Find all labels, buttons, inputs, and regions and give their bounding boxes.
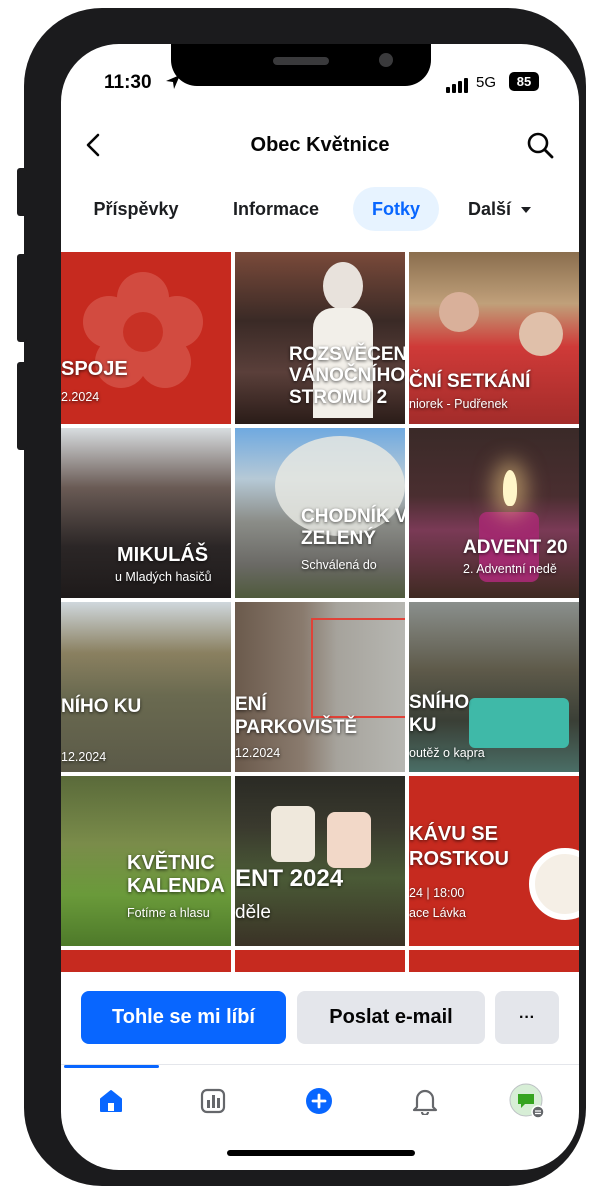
photo-subtitle: Fotíme a hlasu xyxy=(127,906,210,920)
signal-icon xyxy=(446,78,468,93)
tab-informace[interactable]: Informace xyxy=(221,187,331,231)
coffee-cup-shape xyxy=(529,848,579,920)
tab-fotky[interactable]: Fotky xyxy=(353,187,439,231)
home-indicator xyxy=(227,1150,415,1156)
photo-title: ENT 2024 xyxy=(235,865,344,892)
profile-tabs: Příspěvky Informace Fotky Další xyxy=(61,187,579,235)
search-button[interactable] xyxy=(523,128,557,162)
active-tab-indicator xyxy=(64,1065,159,1068)
tab-dalsi-label: Další xyxy=(467,199,511,219)
dashboard-icon xyxy=(200,1088,226,1114)
photo-title: ENÍ PARKOVIŠTĚ xyxy=(235,694,358,738)
home-icon xyxy=(100,1090,122,1112)
photo-subtitle: 12.2024 xyxy=(61,750,107,764)
photo-subtitle: 2.2024 xyxy=(61,390,100,404)
photo-tile[interactable]: KÁVU SE ROSTKOU 24 | 18:00 ace Lávka xyxy=(409,776,579,946)
photo-subtitle: u Mladých hasičů xyxy=(115,570,212,584)
photo-subtitle: outěž o kapra xyxy=(409,746,485,760)
photo-tile[interactable]: ČNÍ SETKÁNÍ niorek - Pudřenek xyxy=(409,252,579,424)
photo-subtitle: 12.2024 xyxy=(235,746,281,760)
photo-tile[interactable]: ADVENT 20 2. Adventní nedě xyxy=(409,428,579,598)
photo-tile[interactable]: ENÍ PARKOVIŠTĚ 12.2024 xyxy=(235,602,405,772)
photo-title: SPOJE xyxy=(61,358,128,380)
photo-subtitle-2: ace Lávka xyxy=(409,906,466,920)
search-icon xyxy=(527,132,554,159)
photo-subtitle: 24 | 18:00 xyxy=(409,886,465,900)
flame-shape xyxy=(503,470,517,506)
photo-tile[interactable]: SNÍHO KU outěž o kapra xyxy=(409,602,579,772)
photo-tile[interactable]: SPOJE 2.2024 xyxy=(61,252,231,424)
photo-title: ROZSVĚCENÍ VÁNOČNÍHO STROMU 2 xyxy=(289,344,405,408)
santa-shape xyxy=(323,262,363,310)
candle-shape xyxy=(271,806,315,862)
person-shape xyxy=(439,292,479,332)
photo-title: KVĚTNIC KALENDA xyxy=(127,852,225,897)
photo-tile[interactable] xyxy=(61,950,231,972)
photo-tile[interactable]: CHODNÍK V ZELENÝ Schválená do xyxy=(235,428,405,598)
page-title: Obec Květnice xyxy=(250,134,390,156)
photo-subtitle: děle xyxy=(235,902,271,923)
volume-down-button xyxy=(17,362,27,450)
photo-tile[interactable]: NÍHO KU 12.2024 xyxy=(61,602,231,772)
photo-tile[interactable]: KVĚTNIC KALENDA Fotíme a hlasu xyxy=(61,776,231,946)
photo-title: NÍHO KU xyxy=(61,696,142,717)
page-actions: Tohle se mi líbí Poslat e-mail ··· xyxy=(61,991,579,1047)
photo-tile[interactable] xyxy=(235,950,405,972)
photo-tile[interactable]: MIKULÁŠ u Mladých hasičů xyxy=(61,428,231,598)
nav-profile[interactable] xyxy=(507,1081,547,1121)
person-shape xyxy=(519,312,563,356)
network-type: 5G xyxy=(476,74,497,91)
bottom-nav xyxy=(61,1064,579,1135)
create-icon xyxy=(306,1088,332,1114)
like-page-button[interactable]: Tohle se mi líbí xyxy=(81,991,286,1044)
app-screen: 11:30 5G 85 Obec Květnice Příspěvky Info… xyxy=(61,44,579,1170)
status-time: 11:30 xyxy=(104,72,152,93)
photo-title: KÁVU SE ROSTKOU xyxy=(409,823,509,870)
tab-dalsi[interactable]: Další xyxy=(457,187,543,231)
send-email-button[interactable]: Poslat e-mail xyxy=(297,991,485,1044)
notch xyxy=(171,44,431,86)
notifications-icon xyxy=(412,1089,438,1115)
caret-down-icon xyxy=(521,207,532,214)
photo-subtitle: niorek - Pudřenek xyxy=(409,397,508,411)
photo-title: ČNÍ SETKÁNÍ xyxy=(409,371,531,392)
photo-title: ADVENT 20 xyxy=(463,537,568,558)
tab-prispevky[interactable]: Příspěvky xyxy=(79,187,193,231)
nav-notifications[interactable] xyxy=(407,1083,443,1119)
photo-grid: SPOJE 2.2024 ROZSVĚCENÍ VÁNOČNÍHO STROMU… xyxy=(61,248,579,972)
nav-dashboard[interactable] xyxy=(195,1083,231,1119)
battery-indicator: 85 xyxy=(509,72,539,91)
photo-tile[interactable]: ROZSVĚCENÍ VÁNOČNÍHO STROMU 2 xyxy=(235,252,405,424)
nav-home[interactable] xyxy=(93,1083,129,1119)
photo-subtitle: Schválená do xyxy=(301,558,377,572)
photo-tile[interactable]: ENT 2024 děle xyxy=(235,776,405,946)
mute-switch xyxy=(17,168,27,216)
volume-up-button xyxy=(17,254,27,342)
photo-title: CHODNÍK V ZELENÝ xyxy=(301,506,405,549)
candle-shape xyxy=(327,812,371,868)
photo-subtitle: 2. Adventní nedě xyxy=(463,562,557,576)
profile-icon xyxy=(509,1083,545,1119)
photo-tile[interactable] xyxy=(409,950,579,972)
speaker-grille xyxy=(273,57,329,65)
photo-title: MIKULÁŠ xyxy=(117,544,209,566)
page-header: Obec Květnice xyxy=(61,128,579,168)
front-camera xyxy=(379,53,393,67)
photo-title: SNÍHO KU xyxy=(409,692,470,736)
more-options-button[interactable]: ··· xyxy=(495,991,559,1044)
nav-create[interactable] xyxy=(301,1083,337,1119)
